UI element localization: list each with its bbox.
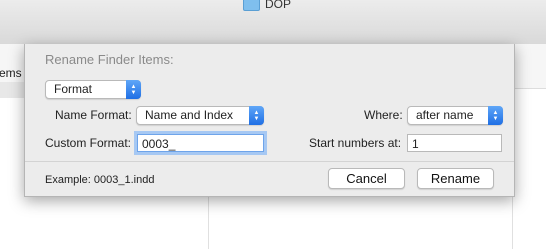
popup-stepper-icon: ▲ ▼ (126, 80, 141, 99)
column-divider (208, 195, 209, 249)
start-numbers-field[interactable]: 1 (407, 134, 502, 152)
finder-window-title: DOP (243, 0, 291, 11)
example-text: Example: 0003_1.indd (45, 174, 155, 186)
column-divider (512, 195, 513, 249)
finder-titlebar: DOP (0, 0, 546, 45)
where-label: Where: (364, 108, 403, 122)
sheet-separator (25, 161, 514, 162)
where-select[interactable]: after name ▲ ▼ (407, 106, 503, 125)
rename-finder-items-sheet: Rename Finder Items: Format ▲ ▼ Name Form… (24, 44, 515, 197)
popup-stepper-icon: ▲ ▼ (488, 106, 503, 125)
where-value: after name (416, 108, 474, 122)
folder-icon (243, 0, 260, 11)
name-format-value: Name and Index (145, 108, 234, 122)
name-format-label: Name Format: (55, 108, 132, 122)
popup-stepper-icon: ▲ ▼ (249, 106, 264, 125)
cancel-button[interactable]: Cancel (328, 168, 405, 189)
start-numbers-label: Start numbers at: (309, 136, 402, 150)
sheet-title: Rename Finder Items: (45, 52, 174, 67)
rename-button[interactable]: Rename (417, 168, 494, 189)
finder-left-column-text: ems (0, 66, 22, 80)
name-format-select[interactable]: Name and Index ▲ ▼ (136, 106, 264, 125)
mode-select-value: Format (54, 82, 93, 96)
custom-format-field[interactable]: 0003_ (137, 134, 264, 152)
window-title-text: DOP (265, 0, 292, 11)
mode-select[interactable]: Format ▲ ▼ (45, 80, 141, 99)
finder-selection-strip (0, 82, 24, 98)
custom-format-label: Custom Format: (45, 136, 132, 150)
